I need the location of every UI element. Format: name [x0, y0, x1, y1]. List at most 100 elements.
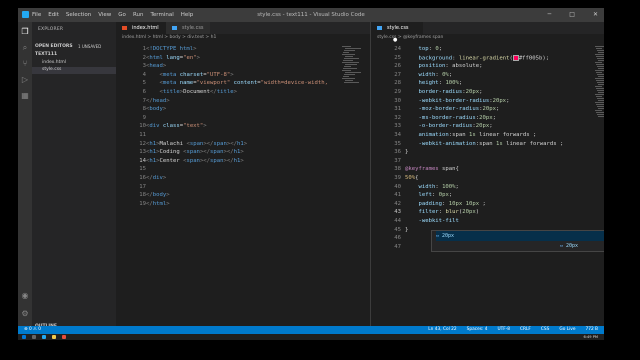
- status-item[interactable]: Go Live: [559, 326, 575, 334]
- token: span: [213, 140, 227, 147]
- code-line[interactable]: }: [405, 227, 408, 233]
- code-line[interactable]: border-radius:20px;: [405, 89, 482, 95]
- code-line[interactable]: @keyframes span{: [405, 166, 459, 172]
- unsaved-badge: 1 UNSAVED: [78, 44, 102, 49]
- code-line[interactable]: -webkit-border-radius:20px;: [405, 98, 509, 104]
- folder-section[interactable]: TEXT111: [35, 52, 57, 57]
- app-taskbar-icon[interactable]: [62, 335, 66, 339]
- minimap-line: [596, 80, 604, 81]
- token: charset: [179, 71, 204, 78]
- open-editors-section[interactable]: OPEN EDITORS: [35, 44, 73, 49]
- minimap-line: [345, 56, 353, 57]
- explorer-icon[interactable]: ❐: [21, 28, 29, 36]
- token: head: [152, 97, 167, 104]
- folder-taskbar-icon[interactable]: [52, 335, 56, 339]
- token: h1: [237, 140, 244, 147]
- code-line[interactable]: <head>: [146, 63, 166, 69]
- code-line[interactable]: <meta name="viewport" content="width=dev…: [146, 80, 327, 87]
- start-icon[interactable]: [22, 335, 26, 339]
- code-line[interactable]: padding: 10px 10px ;: [405, 200, 485, 207]
- minimap-line: [342, 62, 359, 63]
- status-item[interactable]: Ln 43, Col 22: [428, 326, 456, 334]
- tab-index-html[interactable]: index.html: [116, 22, 166, 34]
- minimize-icon[interactable]: ─: [548, 11, 552, 18]
- code-line[interactable]: -webkit-filt: [405, 218, 458, 224]
- code-line[interactable]: top: 0;: [405, 46, 442, 52]
- code-line[interactable]: filter: blur(20px): [405, 209, 479, 215]
- minimap-line: [598, 116, 604, 117]
- status-item[interactable]: UTF-8: [498, 326, 511, 334]
- minimap[interactable]: [595, 46, 604, 126]
- token: span: [210, 157, 224, 164]
- code-line[interactable]: <h1>Center <span></span></h1>: [146, 158, 244, 164]
- code-line[interactable]: }: [405, 149, 408, 155]
- code-line[interactable]: <div class="text">: [146, 123, 207, 129]
- code-line[interactable]: 50%{: [405, 175, 418, 181]
- breadcrumb[interactable]: style.css > @keyframes span: [377, 35, 443, 40]
- line-number: 45: [394, 226, 401, 233]
- suggest-widget: ▭ 20px ▭ 20px: [431, 230, 604, 252]
- code-line[interactable]: height: 100%;: [405, 80, 462, 86]
- minimap[interactable]: [342, 46, 368, 126]
- token: Document: [183, 89, 211, 95]
- status-item[interactable]: CRLF: [520, 326, 531, 334]
- suggestion-item[interactable]: ▭ 20px: [436, 231, 604, 241]
- token: :: [431, 192, 439, 199]
- suggestion-item[interactable]: ▭ 20px: [436, 241, 604, 251]
- code-line[interactable]: <meta charset="UTF-8">: [146, 71, 233, 78]
- line-number: 38: [394, 166, 401, 173]
- account-icon[interactable]: ◉: [21, 292, 29, 300]
- code-line[interactable]: <html lang="en">: [146, 55, 200, 61]
- code-line[interactable]: </div>: [146, 175, 166, 181]
- status-item[interactable]: CSS: [541, 326, 549, 334]
- vscode-taskbar-icon[interactable]: [42, 335, 46, 339]
- token: !DOCTYPE html: [149, 46, 194, 52]
- code-line[interactable]: <body>: [146, 106, 166, 112]
- code-line[interactable]: animation:span 1s linear forwards ;: [405, 132, 536, 138]
- minimap-line: [597, 106, 604, 107]
- search-taskbar-icon[interactable]: [32, 335, 36, 339]
- code-line[interactable]: <title>Document</title>: [146, 89, 237, 95]
- minimap-line: [598, 108, 604, 109]
- code-line[interactable]: <h1>Malachi <span></span></h1>: [146, 141, 247, 147]
- code-line[interactable]: </html>: [146, 201, 170, 207]
- code-line[interactable]: -ms-border-radius:20px;: [405, 115, 496, 121]
- explorer-sidebar: EXPLORER OPEN EDITORS 1 UNSAVED TEXT111 …: [32, 22, 116, 329]
- code-line[interactable]: </head>: [146, 98, 170, 104]
- run-debug-icon[interactable]: ▷: [21, 76, 29, 84]
- code-line[interactable]: position: absolute;: [405, 63, 482, 69]
- code-line[interactable]: width: 100%;: [405, 184, 458, 190]
- problems-indicator[interactable]: ⊗ 0 ⚠ 0: [24, 326, 41, 334]
- code-line[interactable]: -webkit-animation:span 1s linear forward…: [405, 141, 563, 147]
- extensions-icon[interactable]: ▦: [21, 92, 29, 100]
- token: "en": [183, 54, 197, 61]
- token: </: [146, 97, 153, 104]
- code-line[interactable]: -moz-border-radius:20px;: [405, 106, 499, 112]
- code-line[interactable]: width: 0%;: [405, 72, 452, 78]
- token: ;: [448, 71, 453, 78]
- code-line[interactable]: <!DOCTYPE html>: [146, 46, 197, 52]
- minimap-line: [595, 110, 602, 111]
- code-line[interactable]: <h1>Coding <span></span></h1>: [146, 149, 244, 155]
- suggestion-detail: ▭ 20px: [560, 243, 579, 249]
- status-item[interactable]: Spaces: 4: [467, 326, 488, 334]
- close-icon[interactable]: ✕: [593, 11, 598, 18]
- breadcrumb[interactable]: index.html > html > body > div.text > h1: [122, 35, 216, 40]
- code-line[interactable]: left: 0px;: [405, 192, 452, 198]
- code-line[interactable]: </body>: [146, 192, 170, 198]
- file-style-css[interactable]: style.css: [32, 67, 116, 74]
- tab-style-css-active[interactable]: style.css ●: [371, 22, 423, 43]
- token: name: [179, 80, 194, 87]
- token: ;: [506, 97, 510, 104]
- tab-style-css[interactable]: style.css: [166, 22, 210, 34]
- token: 20px: [482, 106, 496, 113]
- file-index-html[interactable]: index.html: [42, 60, 66, 65]
- code-line[interactable]: -o-border-radius:20px;: [405, 123, 492, 129]
- token: 10px 10px: [448, 200, 480, 207]
- gear-icon[interactable]: ⚙: [21, 310, 29, 318]
- maximize-icon[interactable]: □: [569, 11, 575, 18]
- code-line[interactable]: background: linear-gradient(#ff005b);: [405, 54, 549, 61]
- search-icon[interactable]: ⌕: [21, 44, 29, 52]
- status-item[interactable]: 772 B: [585, 326, 598, 334]
- source-control-icon[interactable]: ⑂: [21, 60, 29, 68]
